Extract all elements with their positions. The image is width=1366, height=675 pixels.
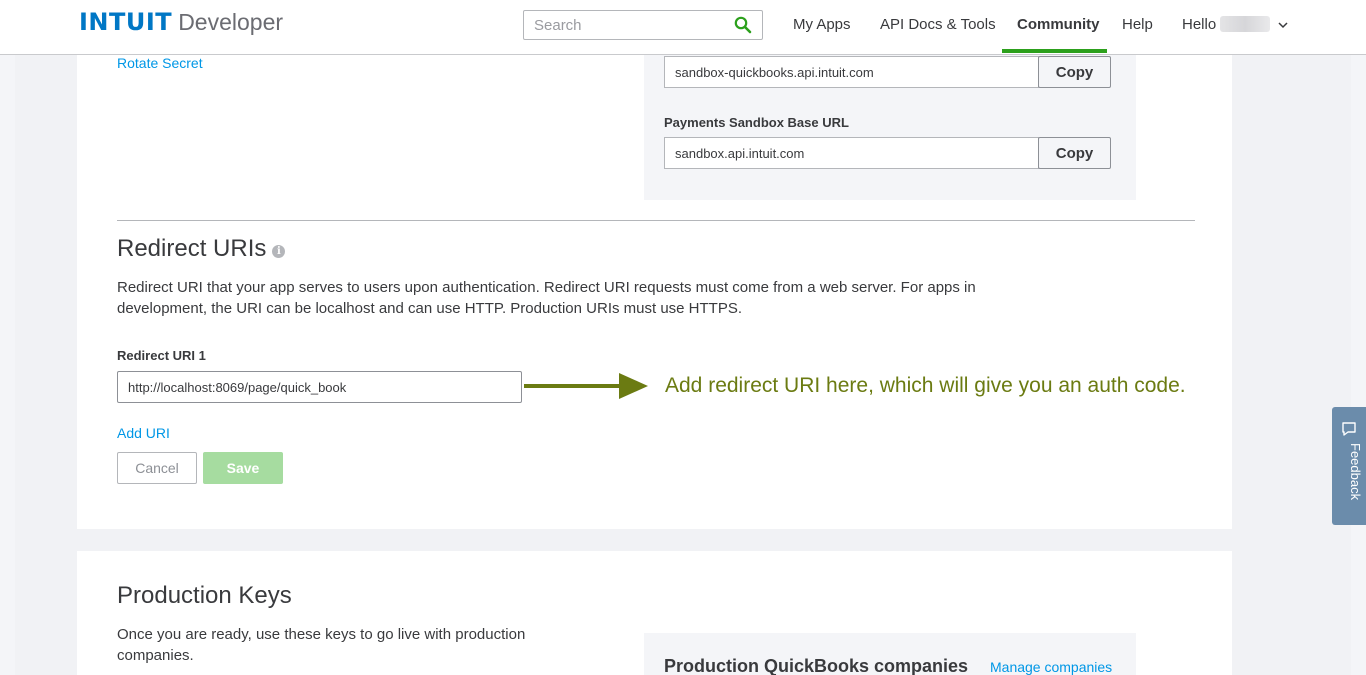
nav-user-menu[interactable]: Hello [1182, 16, 1288, 33]
redirect-uris-title: Redirect URIs i [117, 235, 286, 263]
nav-help[interactable]: Help [1122, 16, 1153, 33]
hello-label: Hello [1182, 16, 1217, 33]
manage-companies-link[interactable]: Manage companies [990, 659, 1112, 675]
feedback-tab[interactable]: Feedback [1332, 407, 1366, 525]
feedback-label: Feedback [1348, 443, 1363, 501]
add-uri-link[interactable]: Add URI [117, 425, 170, 441]
payments-url-row: sandbox.api.intuit.com Copy [664, 137, 1111, 169]
chat-bubble-icon [1342, 422, 1356, 436]
production-keys-description: Once you are ready, use these keys to go… [117, 626, 526, 664]
payments-url-label: Payments Sandbox Base URL [664, 115, 849, 130]
user-name-redacted [1220, 16, 1271, 32]
nav-active-indicator [1002, 49, 1107, 53]
production-keys-title: Production Keys [117, 582, 292, 609]
search-icon[interactable] [734, 16, 752, 34]
info-icon[interactable]: i [272, 245, 286, 258]
search-box [523, 10, 763, 40]
logo-product: Developer [178, 9, 284, 35]
payments-url-field[interactable]: sandbox.api.intuit.com [664, 137, 1039, 169]
chevron-down-icon [1278, 22, 1288, 29]
copy-payments-url-button[interactable]: Copy [1038, 137, 1111, 169]
rotate-secret-link[interactable]: Rotate Secret [117, 55, 203, 71]
logo-brand: INTUIT [79, 8, 173, 36]
redirect-uri-1-input[interactable]: http://localhost:8069/page/quick_book [117, 371, 522, 403]
production-companies-title: Production QuickBooks companies [664, 656, 969, 675]
accounting-url-row: sandbox-quickbooks.api.intuit.com Copy [664, 56, 1111, 88]
accounting-url-field[interactable]: sandbox-quickbooks.api.intuit.com [664, 56, 1039, 88]
annotation-text: Add redirect URI here, which will give y… [665, 374, 1186, 397]
nav-my-apps[interactable]: My Apps [793, 16, 851, 33]
redirect-uris-title-text: Redirect URIs [117, 235, 267, 262]
copy-accounting-url-button[interactable]: Copy [1038, 56, 1111, 88]
save-button[interactable]: Save [203, 452, 283, 484]
intuit-developer-logo[interactable]: INTUIT Developer [79, 8, 283, 36]
nav-community[interactable]: Community [1017, 16, 1100, 33]
section-divider [117, 220, 1195, 221]
top-header: INTUIT Developer My Apps API Docs & Tool… [0, 0, 1366, 55]
arrow-annotation-icon [524, 373, 648, 399]
redirect-uri-1-label: Redirect URI 1 [117, 348, 206, 363]
redirect-uris-description: Redirect URI that your app serves to use… [117, 279, 976, 317]
cancel-button[interactable]: Cancel [117, 452, 197, 484]
nav-api-docs[interactable]: API Docs & Tools [880, 16, 996, 33]
search-input[interactable] [524, 11, 724, 39]
